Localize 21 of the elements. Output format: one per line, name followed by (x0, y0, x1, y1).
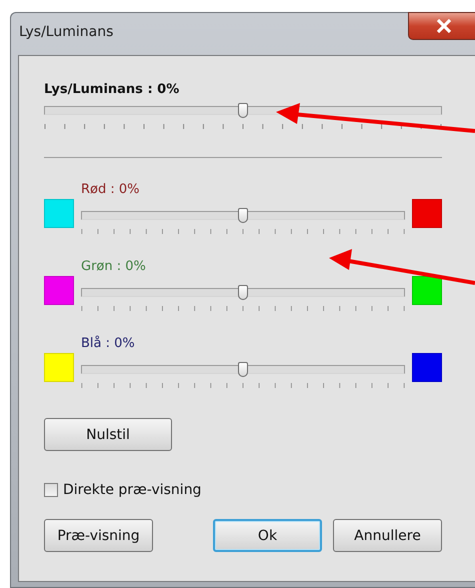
reset-button[interactable]: Nulstil (44, 418, 172, 451)
luminance-slider[interactable] (44, 103, 442, 119)
close-icon (436, 19, 452, 33)
checkbox[interactable] (44, 483, 58, 497)
channel-slider[interactable] (81, 362, 405, 378)
dialog-button[interactable]: Annullere (333, 519, 442, 552)
slider-thumb[interactable] (238, 208, 248, 223)
slider-thumb[interactable] (238, 285, 248, 300)
channel-slider[interactable] (81, 208, 405, 224)
slider-label: Lys/Luminans : 0% (44, 82, 180, 97)
slider-thumb[interactable] (238, 362, 248, 377)
dialog-button[interactable]: Præ-visning (44, 519, 153, 552)
checkbox-label: Direkte præ-visning (63, 482, 202, 498)
window-title: Lys/Luminans (19, 24, 114, 40)
channel-label: Blå : 0% (81, 336, 135, 351)
channel-label: Rød : 0% (81, 182, 140, 197)
channel-label: Grøn : 0% (81, 259, 146, 274)
slider-thumb[interactable] (238, 103, 248, 118)
dialog-button[interactable]: Ok (213, 519, 322, 552)
channel-slider[interactable] (81, 285, 405, 301)
close-button[interactable] (408, 12, 475, 40)
